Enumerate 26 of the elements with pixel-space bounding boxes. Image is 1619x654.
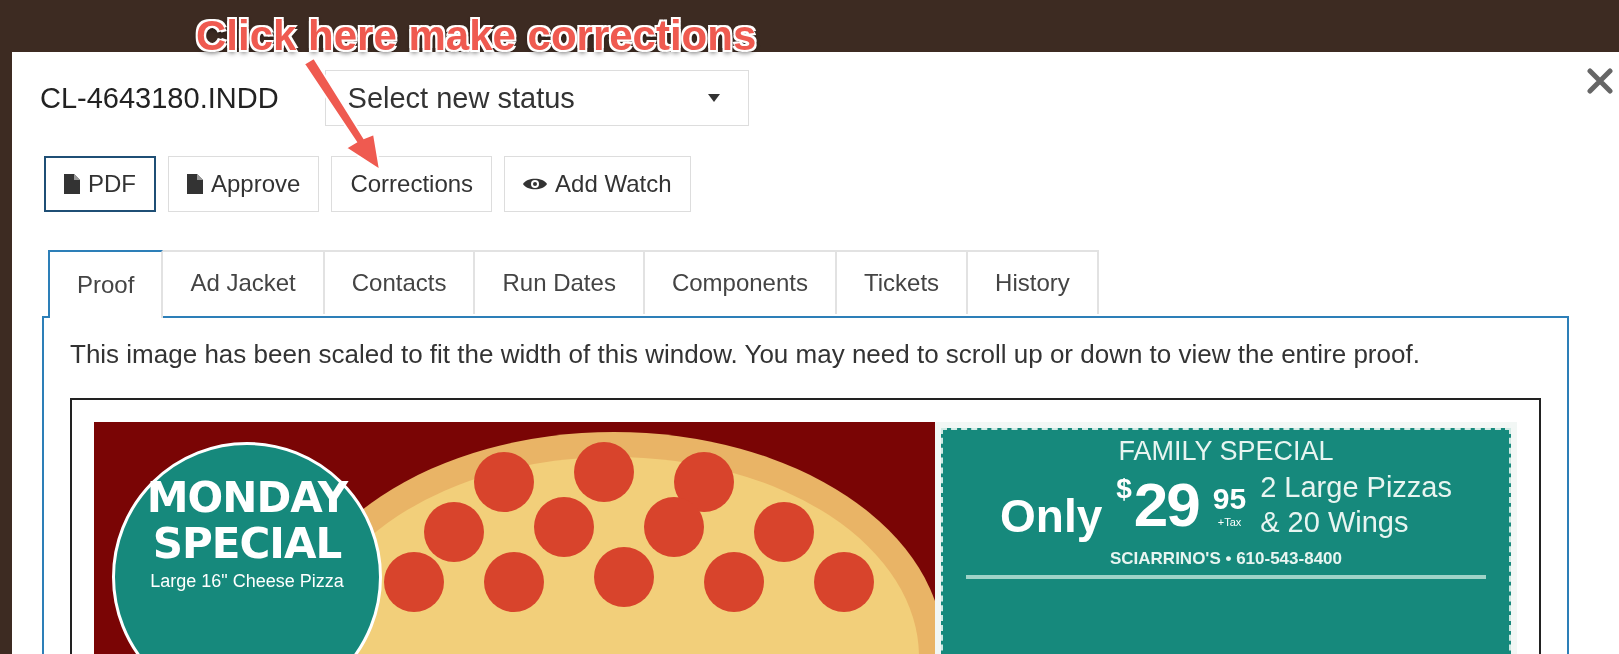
badge-title: MONDAY SPECIAL (145, 474, 350, 568)
price-cents: 95 (1212, 481, 1247, 516)
close-icon[interactable] (1587, 68, 1613, 94)
caret-icon (707, 94, 720, 102)
coupon-title: FAMILY SPECIAL (1118, 435, 1334, 467)
eye-icon (523, 176, 548, 192)
tab[interactable]: Proof (48, 250, 164, 318)
offer-line: 2 Large Pizzas (1260, 469, 1452, 505)
toolbar-button[interactable]: PDF (44, 156, 156, 212)
status-select[interactable]: Select new status (324, 70, 749, 126)
offer-line: & 20 Wings (1260, 504, 1410, 540)
toolbar-button[interactable]: Approve (168, 156, 320, 212)
toolbar-button[interactable]: Corrections (331, 156, 493, 212)
file-icon (64, 174, 80, 194)
file-name: CL-4643180.INDD (40, 81, 279, 115)
tax-note: +Tax (1217, 515, 1242, 528)
annotation-text: Click here make corrections (196, 12, 757, 60)
file-icon (187, 174, 203, 194)
price-prefix: Only (1000, 488, 1103, 543)
badge-subtitle: Large 16" Cheese Pizza (150, 571, 344, 593)
business-line: SCIARRINO'S • 610-543-8400 (1109, 548, 1342, 569)
toolbar-button[interactable]: Add Watch (504, 156, 691, 212)
price-whole: 29 (1133, 469, 1199, 541)
currency-sign: $ (1116, 472, 1132, 505)
notice-text: This image has been scaled to fit the width of this window. You may need to scroll up or down to view the entire proof. (70, 338, 1421, 371)
tab[interactable]: History (966, 250, 1099, 314)
